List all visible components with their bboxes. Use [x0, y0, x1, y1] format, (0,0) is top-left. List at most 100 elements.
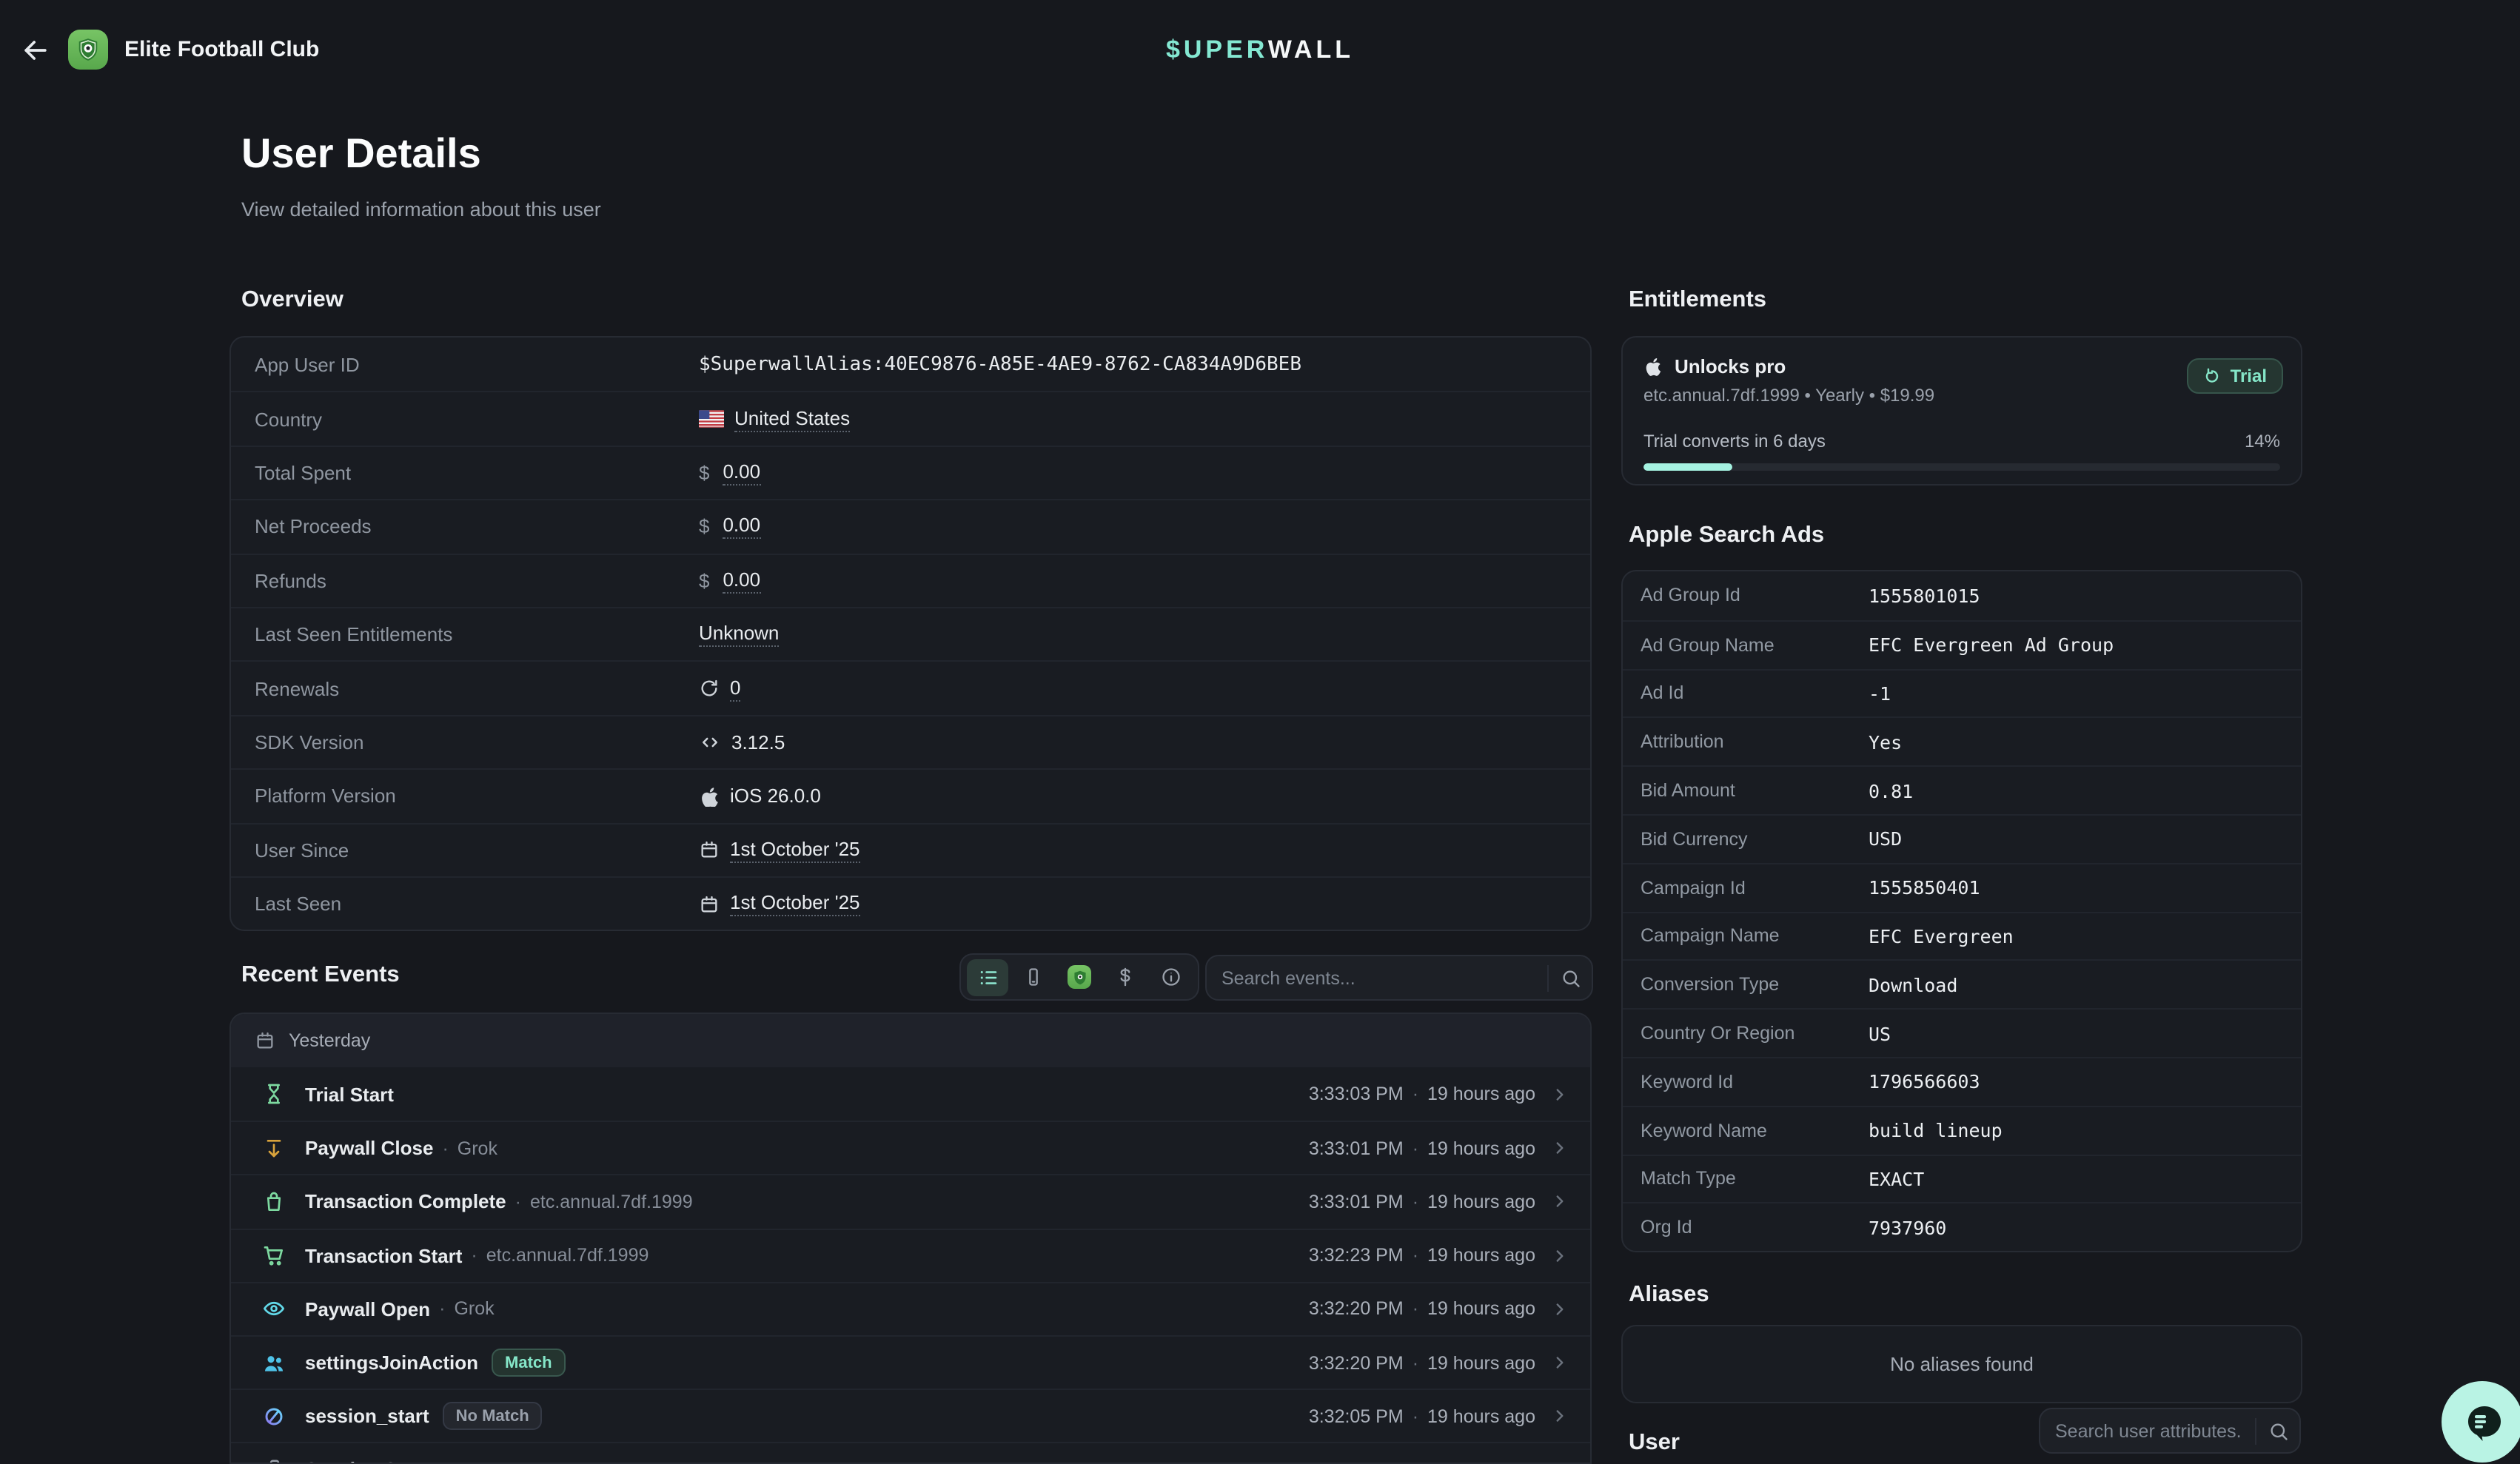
table-row: Net Proceeds $0.00: [231, 499, 1590, 553]
trial-percent: 14%: [2245, 431, 2280, 451]
hourglass-icon: [261, 1082, 287, 1106]
last-seen-entitlements-value[interactable]: Unknown: [699, 622, 779, 647]
chevron-right-icon: [1550, 1300, 1569, 1319]
entitlement-name: Unlocks pro: [1675, 355, 1786, 377]
table-row: App User ID $SuperwallAlias:40EC9876-A85…: [231, 338, 1590, 392]
dollar-icon: $: [699, 570, 709, 592]
dollar-icon: $: [699, 462, 709, 484]
search-icon[interactable]: [2255, 1417, 2299, 1444]
events-view-switcher: [959, 953, 1199, 1001]
table-row: Keyword Id1796566603: [1623, 1057, 2301, 1106]
timer-icon: [2204, 367, 2222, 385]
event-row-trial-start[interactable]: Trial Start 3:33:03 PM·19 hours ago: [231, 1067, 1590, 1121]
last-seen-value[interactable]: 1st October '25: [730, 891, 860, 916]
recent-events-heading: Recent Events: [241, 962, 400, 989]
chevron-right-icon: [1550, 1084, 1569, 1104]
apple-search-ads-heading: Apple Search Ads: [1629, 523, 1824, 549]
refunds-value[interactable]: 0.00: [723, 568, 760, 594]
event-row-session-start[interactable]: Session Start 3:32:05 PM·19 hours ago: [231, 1443, 1590, 1464]
chevron-right-icon: [1550, 1406, 1569, 1426]
events-list: Yesterday Trial Start 3:33:03 PM·19 hour…: [229, 1013, 1592, 1464]
refresh-icon: [699, 678, 720, 699]
event-row-settings-join-action[interactable]: settingsJoinAction Match 3:32:20 PM·19 h…: [231, 1335, 1590, 1389]
platform-version-value: iOS 26.0.0: [730, 785, 821, 807]
users-icon: [261, 1351, 287, 1374]
page: Elite Football Club $UPERWALL User Detai…: [0, 0, 2520, 1464]
event-row-transaction-complete[interactable]: Transaction Complete etc.annual.7df.1999…: [231, 1175, 1590, 1228]
table-row: SDK Version 3.12.5: [231, 714, 1590, 768]
trial-progress-fill: [1643, 463, 1732, 471]
search-icon[interactable]: [1547, 964, 1592, 991]
table-row: Campaign Id1555850401: [1623, 863, 2301, 912]
revenue-view-button[interactable]: [1105, 958, 1146, 995]
entitlement-card: Unlocks pro etc.annual.7df.1999 • Yearly…: [1621, 336, 2302, 486]
table-row: Renewals 0: [231, 661, 1590, 715]
overview-heading: Overview: [241, 287, 344, 314]
entitlement-meta: etc.annual.7df.1999 • Yearly • $19.99: [1643, 385, 2280, 406]
chevron-right-icon: [1550, 1353, 1569, 1372]
country-value[interactable]: United States: [734, 406, 850, 432]
user-since-value[interactable]: 1st October '25: [730, 837, 860, 862]
apple-search-ads-table: Ad Group Id1555801015 Ad Group NameEFC E…: [1621, 570, 2302, 1252]
bag-icon: [261, 1190, 287, 1214]
table-row: Org Id7937960: [1623, 1203, 2301, 1252]
table-row: User Since 1st October '25: [231, 822, 1590, 876]
table-row: Country Or RegionUS: [1623, 1008, 2301, 1057]
app-view-button[interactable]: [1059, 958, 1100, 995]
trial-badge: Trial: [2188, 358, 2283, 394]
chevron-right-icon: [1550, 1460, 1569, 1464]
total-spent-value[interactable]: 0.00: [723, 460, 760, 486]
overview-table: App User ID $SuperwallAlias:40EC9876-A85…: [229, 336, 1592, 932]
event-row-transaction-start[interactable]: Transaction Start etc.annual.7df.1999 3:…: [231, 1228, 1590, 1281]
chevron-right-icon: [1550, 1139, 1569, 1158]
top-bar: Elite Football Club $UPERWALL: [0, 0, 2520, 99]
table-row: Keyword Namebuild lineup: [1623, 1106, 2301, 1155]
trial-progress-track: [1643, 463, 2280, 471]
events-date-header: Yesterday: [231, 1014, 1590, 1067]
info-view-button[interactable]: [1150, 958, 1192, 995]
page-title: User Details: [241, 130, 481, 178]
user-heading: User: [1629, 1430, 1680, 1457]
table-row: Last Seen 1st October '25: [231, 876, 1590, 930]
session-swirl-icon: [261, 1404, 287, 1428]
device-icon: [261, 1459, 287, 1464]
eye-icon: [261, 1297, 287, 1321]
table-row: Bid Amount0.81: [1623, 765, 2301, 814]
chat-support-button[interactable]: [2442, 1381, 2520, 1463]
sdk-version-value: 3.12.5: [731, 731, 785, 753]
table-row: Refunds $0.00: [231, 553, 1590, 607]
page-subtitle: View detailed information about this use…: [241, 198, 601, 221]
code-icon: [699, 731, 721, 753]
apple-icon: [699, 786, 720, 807]
calendar-icon: [255, 1030, 275, 1051]
renewals-value[interactable]: 0: [730, 676, 740, 701]
superwall-logo: $UPERWALL: [0, 36, 2520, 65]
calendar-icon: [699, 893, 720, 914]
cart-icon: [261, 1243, 287, 1267]
aliases-heading: Aliases: [1629, 1282, 1709, 1309]
user-attributes-search-input[interactable]: [2040, 1420, 2255, 1441]
table-row: Bid CurrencyUSD: [1623, 814, 2301, 863]
event-row-paywall-close[interactable]: Paywall Close Grok 3:33:01 PM·19 hours a…: [231, 1121, 1590, 1174]
entitlements-heading: Entitlements: [1629, 287, 1766, 314]
trial-converts-text: Trial converts in 6 days: [1643, 431, 1826, 451]
dollar-icon: $: [699, 516, 709, 538]
event-row-session-start-lower[interactable]: session_start No Match 3:32:05 PM·19 hou…: [231, 1389, 1590, 1442]
app-mini-icon: [1068, 965, 1091, 989]
event-row-paywall-open[interactable]: Paywall Open Grok 3:32:20 PM·19 hours ag…: [231, 1282, 1590, 1335]
apple-icon: [1643, 357, 1663, 376]
aliases-empty-text: No aliases found: [1890, 1353, 2034, 1375]
calendar-icon: [699, 839, 720, 860]
table-row: Campaign NameEFC Evergreen: [1623, 911, 2301, 960]
chevron-right-icon: [1550, 1192, 1569, 1212]
table-row: Country United States: [231, 392, 1590, 446]
net-proceeds-value[interactable]: 0.00: [723, 514, 760, 540]
list-view-button[interactable]: [967, 958, 1008, 995]
device-view-button[interactable]: [1013, 958, 1054, 995]
events-search: [1205, 955, 1593, 1001]
user-attributes-search: [2039, 1408, 2301, 1454]
us-flag-icon: [699, 410, 724, 428]
match-badge: Match: [492, 1349, 566, 1377]
paywall-close-icon: [261, 1137, 287, 1161]
events-search-input[interactable]: [1207, 967, 1547, 988]
